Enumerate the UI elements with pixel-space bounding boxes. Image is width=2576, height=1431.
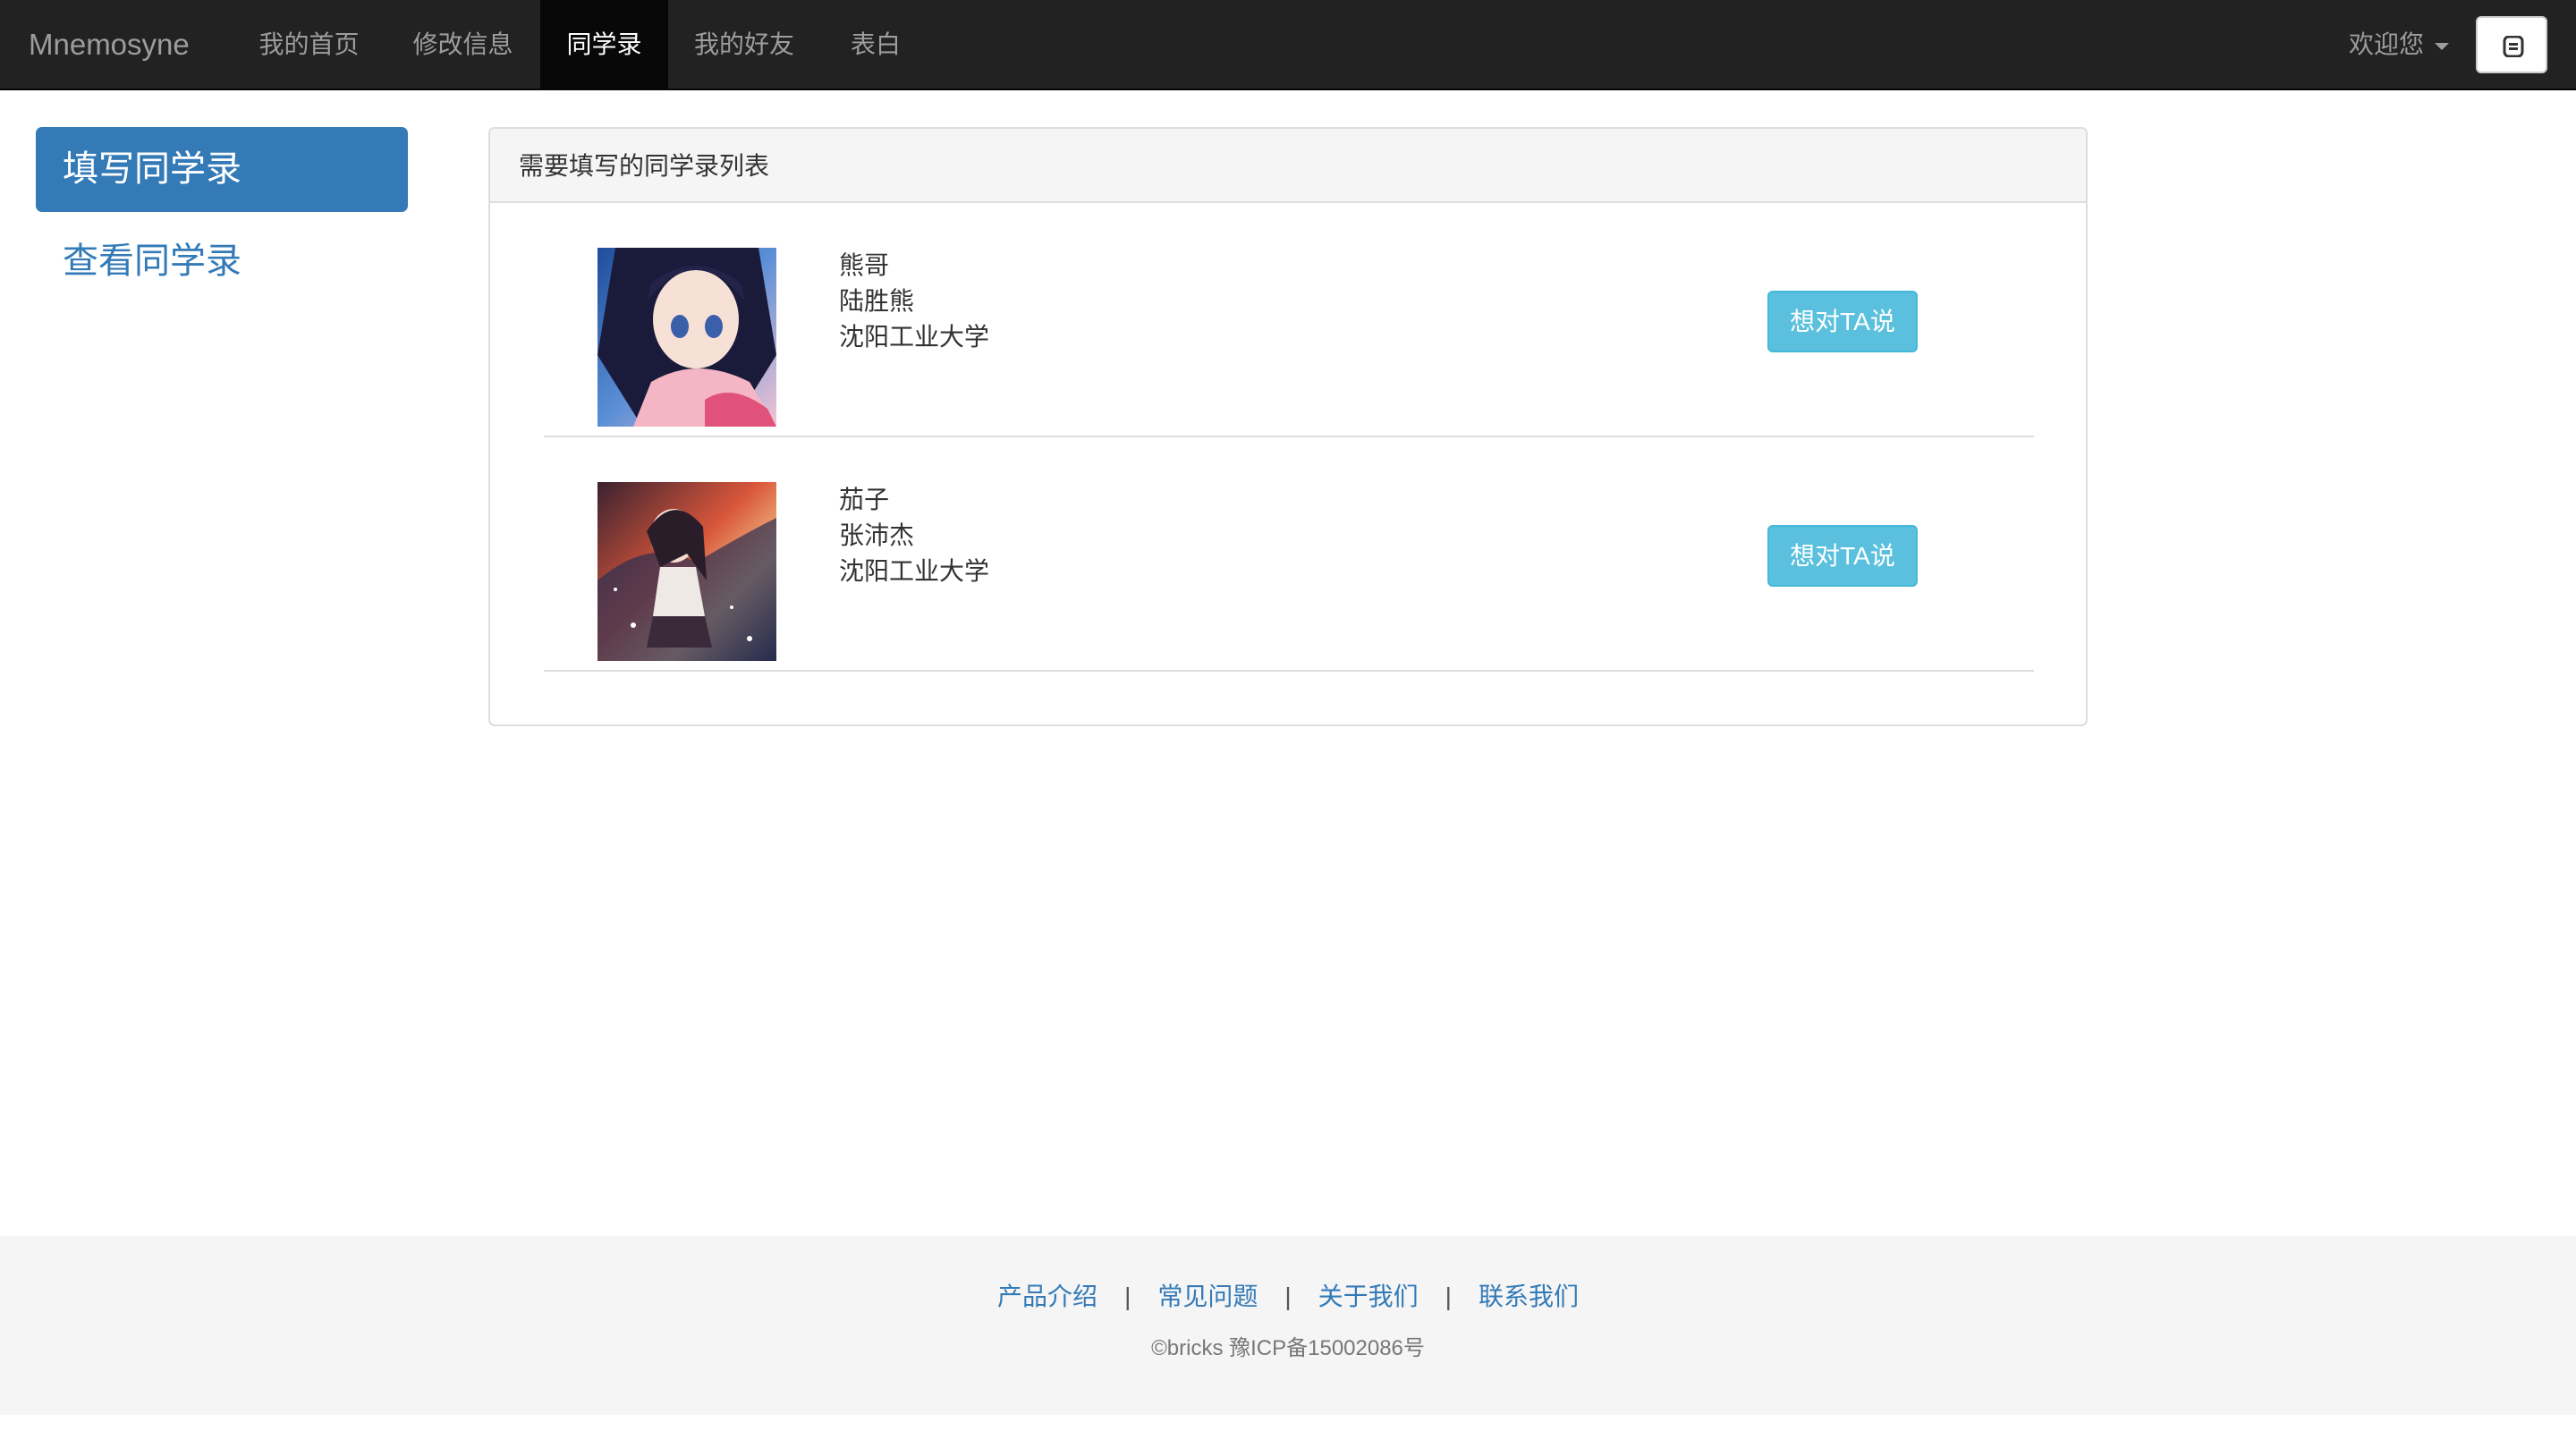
bars-icon (2503, 36, 2524, 57)
entry-name: 陆胜熊 (839, 287, 915, 315)
avatar (597, 248, 776, 427)
avatar (597, 482, 776, 661)
list-item: 熊哥 陆胜熊 沈阳工业大学 想对TA说 (544, 203, 2034, 437)
entry-info: 熊哥 陆胜熊 沈阳工业大学 (839, 248, 989, 355)
caret-down-icon (2435, 42, 2450, 50)
entry-nickname: 茄子 (839, 486, 890, 513)
footer-separator: | (1124, 1283, 1131, 1310)
footer-separator: | (1445, 1283, 1452, 1310)
top-navbar: Mnemosyne 我的首页 修改信息 同学录 我的好友 表白 欢迎您 (0, 0, 2576, 90)
footer-link-about[interactable]: 关于我们 (1318, 1283, 1419, 1310)
footer-link-product[interactable]: 产品介绍 (997, 1283, 1097, 1310)
sidebar-item-view-yearbook[interactable]: 查看同学录 (36, 219, 408, 304)
footer-link-contact[interactable]: 联系我们 (1479, 1283, 1579, 1310)
copyright: ©bricks 豫ICP备15002086号 (1151, 1336, 1425, 1360)
footer: 产品介绍 | 常见问题 | 关于我们 | 联系我们 ©bricks 豫ICP备1500208… (0, 1236, 2576, 1415)
list-item: 茄子 张沛杰 沈阳工业大学 想对TA说 (544, 437, 2034, 672)
footer-link-faq[interactable]: 常见问题 (1157, 1283, 1258, 1310)
entry-school: 沈阳工业大学 (839, 323, 990, 351)
entry-nickname: 熊哥 (839, 251, 890, 279)
yearbook-list-panel: 需要填写的同学录列表 熊哥 陆胜熊 沈阳工业大学 想对TA说 茄子 张沛杰 沈阳… (488, 127, 2088, 726)
nav-item-confession[interactable]: 表白 (837, 0, 914, 89)
nav-item-classmates[interactable]: 同学录 (540, 0, 668, 89)
footer-separator: | (1284, 1283, 1292, 1310)
panel-title: 需要填写的同学录列表 (490, 129, 2086, 203)
say-to-ta-button[interactable]: 想对TA说 (1767, 525, 1918, 587)
nav-item-friends[interactable]: 我的好友 (682, 0, 807, 89)
entry-school: 沈阳工业大学 (839, 557, 990, 585)
entry-info: 茄子 张沛杰 沈阳工业大学 (839, 482, 989, 589)
brand-logo[interactable]: Mnemosyne (29, 0, 190, 89)
nav-item-edit-info[interactable]: 修改信息 (394, 0, 532, 89)
footer-links: 产品介绍 | 常见问题 | 关于我们 | 联系我们 (0, 1279, 2576, 1315)
menu-toggle-button[interactable] (2476, 16, 2547, 73)
entry-name: 张沛杰 (839, 521, 915, 549)
nav-item-home[interactable]: 我的首页 (240, 0, 378, 89)
say-to-ta-button[interactable]: 想对TA说 (1767, 291, 1918, 352)
user-dropdown[interactable]: 欢迎您 (2349, 0, 2450, 89)
sidebar-item-fill-yearbook[interactable]: 填写同学录 (36, 127, 408, 212)
welcome-label: 欢迎您 (2349, 30, 2425, 58)
